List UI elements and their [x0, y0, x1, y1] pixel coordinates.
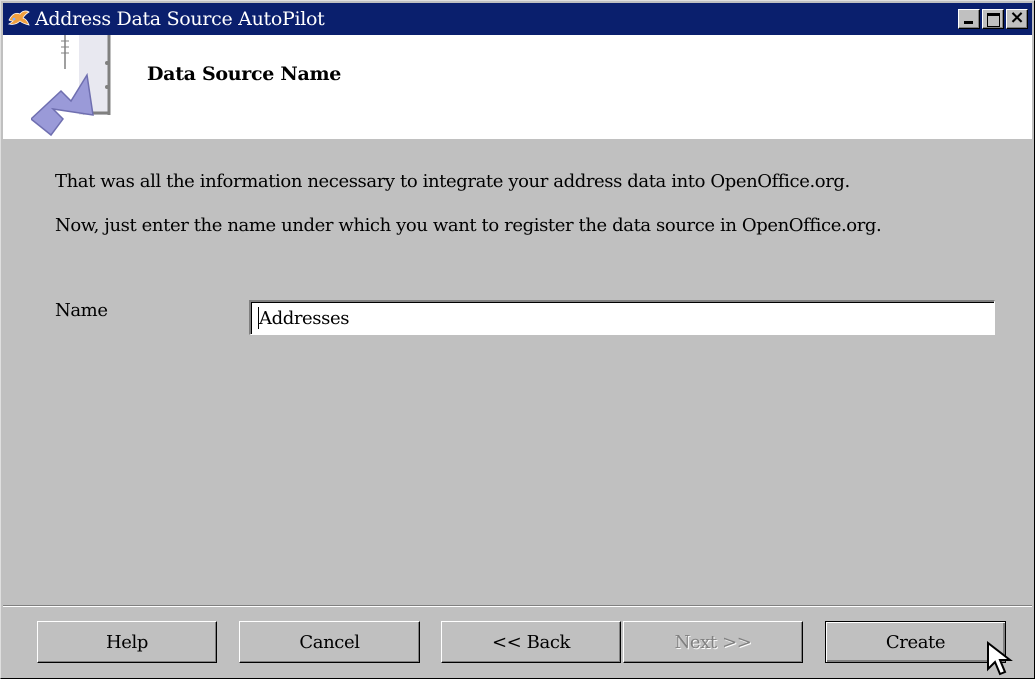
next-button[interactable]: Next >> [623, 621, 803, 663]
mouse-pointer-icon [987, 641, 1013, 676]
cancel-button-label: Cancel [299, 631, 360, 653]
wizard-arrow-graphic [31, 35, 111, 137]
back-button-label: << Back [491, 631, 571, 653]
name-label: Name [55, 300, 108, 321]
create-button-label: Create [885, 631, 946, 653]
back-button[interactable]: << Back [441, 621, 621, 663]
wizard-dialog: Address Data Source AutoPilot × Data Sou… [0, 0, 1035, 679]
minimize-button[interactable] [958, 9, 980, 29]
info-text-line-2: Now, just enter the name under which you… [55, 215, 882, 236]
help-button[interactable]: Help [37, 621, 217, 663]
app-bird-icon [7, 10, 30, 26]
window-controls: × [958, 7, 1028, 29]
title-bar[interactable]: Address Data Source AutoPilot × [3, 3, 1032, 35]
close-button[interactable]: × [1006, 7, 1028, 29]
name-input[interactable]: Addresses [249, 300, 995, 335]
name-input-value: Addresses [259, 308, 350, 329]
create-button[interactable]: Create [825, 621, 1006, 663]
help-button-label: Help [105, 631, 149, 653]
close-icon: × [1009, 7, 1025, 28]
text-caret [258, 307, 259, 329]
cancel-button[interactable]: Cancel [239, 621, 420, 663]
window-title: Address Data Source AutoPilot [35, 8, 325, 30]
maximize-button[interactable] [982, 9, 1004, 29]
page-title: Data Source Name [147, 63, 342, 85]
footer-separator [3, 605, 1032, 607]
info-text-line-1: That was all the information necessary t… [55, 171, 850, 192]
wizard-header: Data Source Name [3, 35, 1032, 139]
next-button-label: Next >> [674, 631, 752, 653]
